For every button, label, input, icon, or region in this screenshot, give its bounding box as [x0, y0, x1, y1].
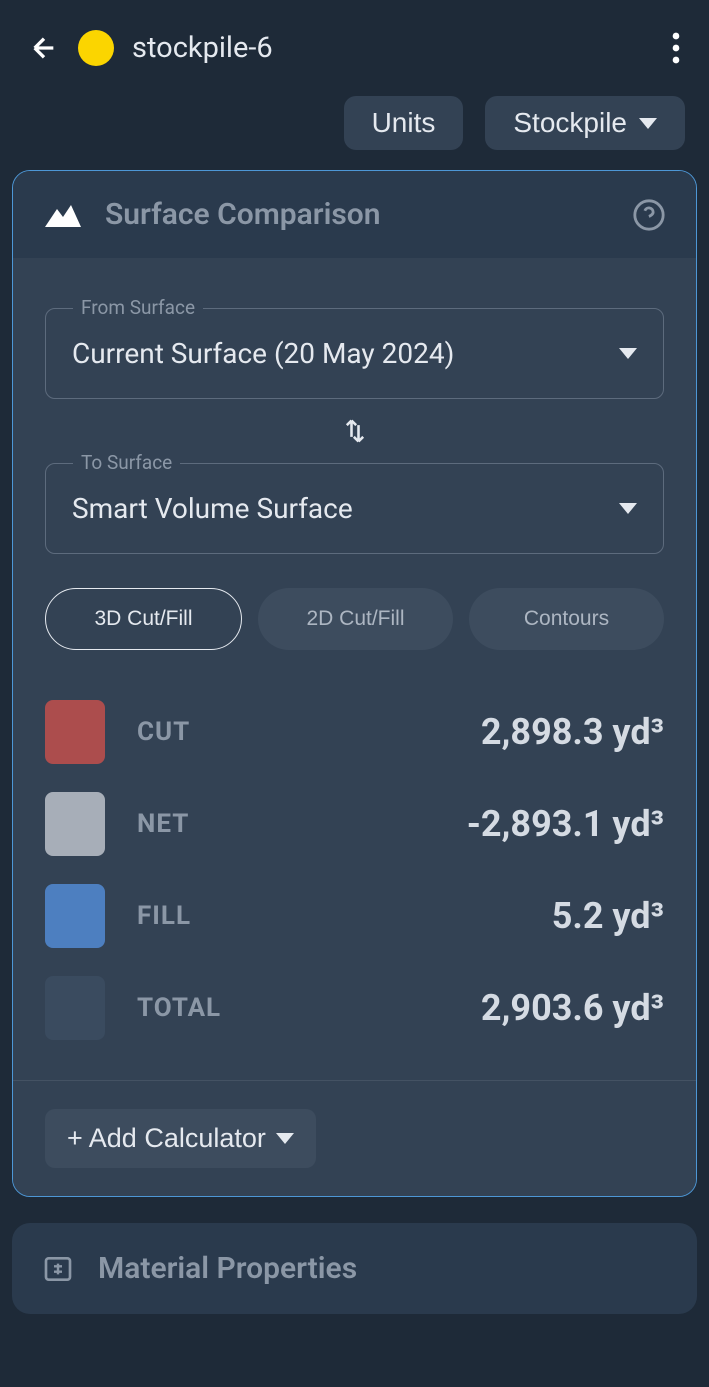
fill-value: 5.2 yd³ — [552, 895, 664, 937]
units-label: Units — [372, 107, 436, 139]
divider — [13, 1080, 696, 1081]
cut-value: 2,898.3 yd³ — [481, 711, 664, 753]
total-swatch-icon — [45, 976, 105, 1040]
from-surface-label: From Surface — [73, 296, 203, 319]
metric-row-net: NET -2,893.1 yd³ — [45, 778, 664, 870]
metric-row-cut: CUT 2,898.3 yd³ — [45, 686, 664, 778]
card-header: Surface Comparison — [13, 171, 696, 258]
metric-row-total: TOTAL 2,903.6 yd³ — [45, 962, 664, 1054]
surface-icon — [43, 201, 83, 229]
chevron-down-icon — [619, 348, 637, 359]
card-body: From Surface Current Surface (20 May 202… — [13, 258, 696, 1196]
status-dot-icon — [78, 30, 114, 66]
toolbar: Units Stockpile — [0, 96, 709, 170]
app-header: stockpile-6 — [0, 0, 709, 96]
net-value: -2,893.1 yd³ — [467, 803, 664, 845]
card-title: Surface Comparison — [105, 197, 610, 232]
tab-contours[interactable]: Contours — [469, 588, 664, 650]
chevron-down-icon — [276, 1133, 294, 1144]
net-label: NET — [137, 809, 189, 839]
more-menu-icon[interactable] — [671, 32, 681, 64]
to-surface-value: Smart Volume Surface — [72, 492, 353, 525]
view-tabs: 3D Cut/Fill 2D Cut/Fill Contours — [45, 588, 664, 650]
to-surface-group: To Surface Smart Volume Surface — [45, 463, 664, 554]
from-surface-select[interactable]: Current Surface (20 May 2024) — [45, 308, 664, 399]
help-icon[interactable] — [632, 198, 666, 232]
to-surface-select[interactable]: Smart Volume Surface — [45, 463, 664, 554]
total-value: 2,903.6 yd³ — [481, 987, 664, 1029]
units-button[interactable]: Units — [344, 96, 464, 150]
chevron-down-icon — [639, 118, 657, 129]
cut-label: CUT — [137, 717, 190, 747]
tab-3d-cutfill[interactable]: 3D Cut/Fill — [45, 588, 242, 650]
from-surface-value: Current Surface (20 May 2024) — [72, 337, 454, 370]
total-label: TOTAL — [137, 993, 221, 1023]
from-surface-group: From Surface Current Surface (20 May 202… — [45, 308, 664, 399]
material-title: Material Properties — [98, 1251, 357, 1286]
net-swatch-icon — [45, 792, 105, 856]
material-properties-card[interactable]: Material Properties — [12, 1223, 697, 1314]
metric-row-fill: FILL 5.2 yd³ — [45, 870, 664, 962]
to-surface-label: To Surface — [73, 451, 180, 474]
fill-swatch-icon — [45, 884, 105, 948]
page-title: stockpile-6 — [132, 31, 653, 65]
add-calculator-button[interactable]: + Add Calculator — [45, 1109, 316, 1168]
material-icon — [42, 1253, 74, 1285]
type-label: Stockpile — [513, 107, 627, 139]
add-calculator-label: + Add Calculator — [67, 1123, 266, 1154]
back-arrow-icon[interactable] — [28, 32, 60, 64]
cut-swatch-icon — [45, 700, 105, 764]
chevron-down-icon — [619, 503, 637, 514]
tab-2d-cutfill[interactable]: 2D Cut/Fill — [258, 588, 453, 650]
type-dropdown[interactable]: Stockpile — [485, 96, 685, 150]
surface-comparison-card: Surface Comparison From Surface Current … — [12, 170, 697, 1197]
fill-label: FILL — [137, 901, 191, 931]
